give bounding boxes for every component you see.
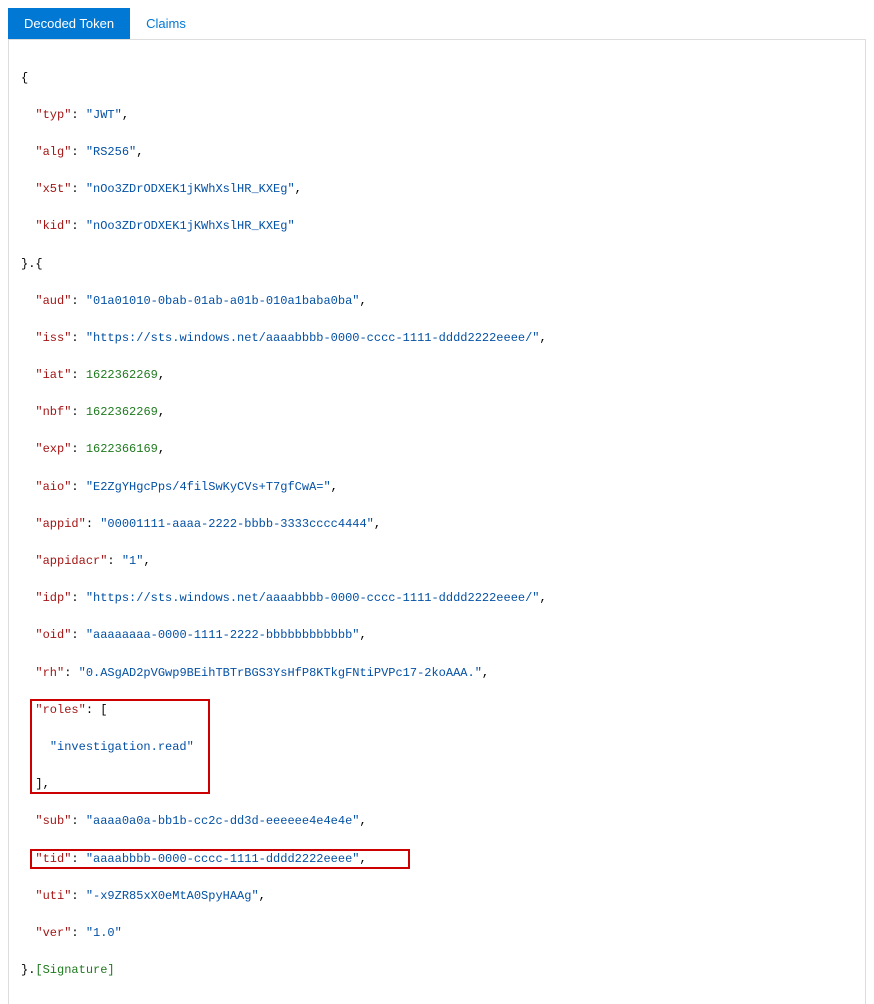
code-line: "exp": 1622366169, (21, 440, 853, 459)
code-line: "aud": "01a01010-0bab-01ab-a01b-010a1bab… (21, 292, 853, 311)
tab-decoded-token[interactable]: Decoded Token (8, 8, 130, 39)
code-line: "sub": "aaaa0a0a-bb1b-cc2c-dd3d-eeeeee4e… (21, 812, 853, 831)
code-line: "appid": "00001111-aaaa-2222-bbbb-3333cc… (21, 515, 853, 534)
code-line: "typ": "JWT", (21, 106, 853, 125)
code-line: }.{ (21, 255, 853, 274)
tabs-bar: Decoded Token Claims (8, 8, 866, 40)
code-line: "appidacr": "1", (21, 552, 853, 571)
tab-claims[interactable]: Claims (130, 8, 202, 39)
token-content: { "typ": "JWT", "alg": "RS256", "x5t": "… (8, 40, 866, 1004)
code-line: "oid": "aaaaaaaa-0000-1111-2222-bbbbbbbb… (21, 626, 853, 645)
code-line: "iss": "https://sts.windows.net/aaaabbbb… (21, 329, 853, 348)
code-line: }.[Signature] (21, 961, 853, 980)
code-line: "iat": 1622362269, (21, 366, 853, 385)
code-line: "rh": "0.ASgAD2pVGwp9BEihTBTrBGS3YsHfP8K… (21, 664, 853, 683)
code-line: "ver": "1.0" (21, 924, 853, 943)
code-line: "idp": "https://sts.windows.net/aaaabbbb… (21, 589, 853, 608)
code-line: { (21, 69, 853, 88)
code-line: "roles": [ (21, 701, 853, 720)
code-line: "tid": "aaaabbbb-0000-cccc-1111-dddd2222… (21, 850, 853, 869)
code-line: "investigation.read" (21, 738, 853, 757)
code-line: "alg": "RS256", (21, 143, 853, 162)
code-line: "uti": "-x9ZR85xX0eMtA0SpyHAAg", (21, 887, 853, 906)
code-line: "x5t": "nOo3ZDrODXEK1jKWhXslHR_KXEg", (21, 180, 853, 199)
code-line: ], (21, 775, 853, 794)
code-line: "aio": "E2ZgYHgcPps/4filSwKyCVs+T7gfCwA=… (21, 478, 853, 497)
code-line: "kid": "nOo3ZDrODXEK1jKWhXslHR_KXEg" (21, 217, 853, 236)
code-line: "nbf": 1622362269, (21, 403, 853, 422)
